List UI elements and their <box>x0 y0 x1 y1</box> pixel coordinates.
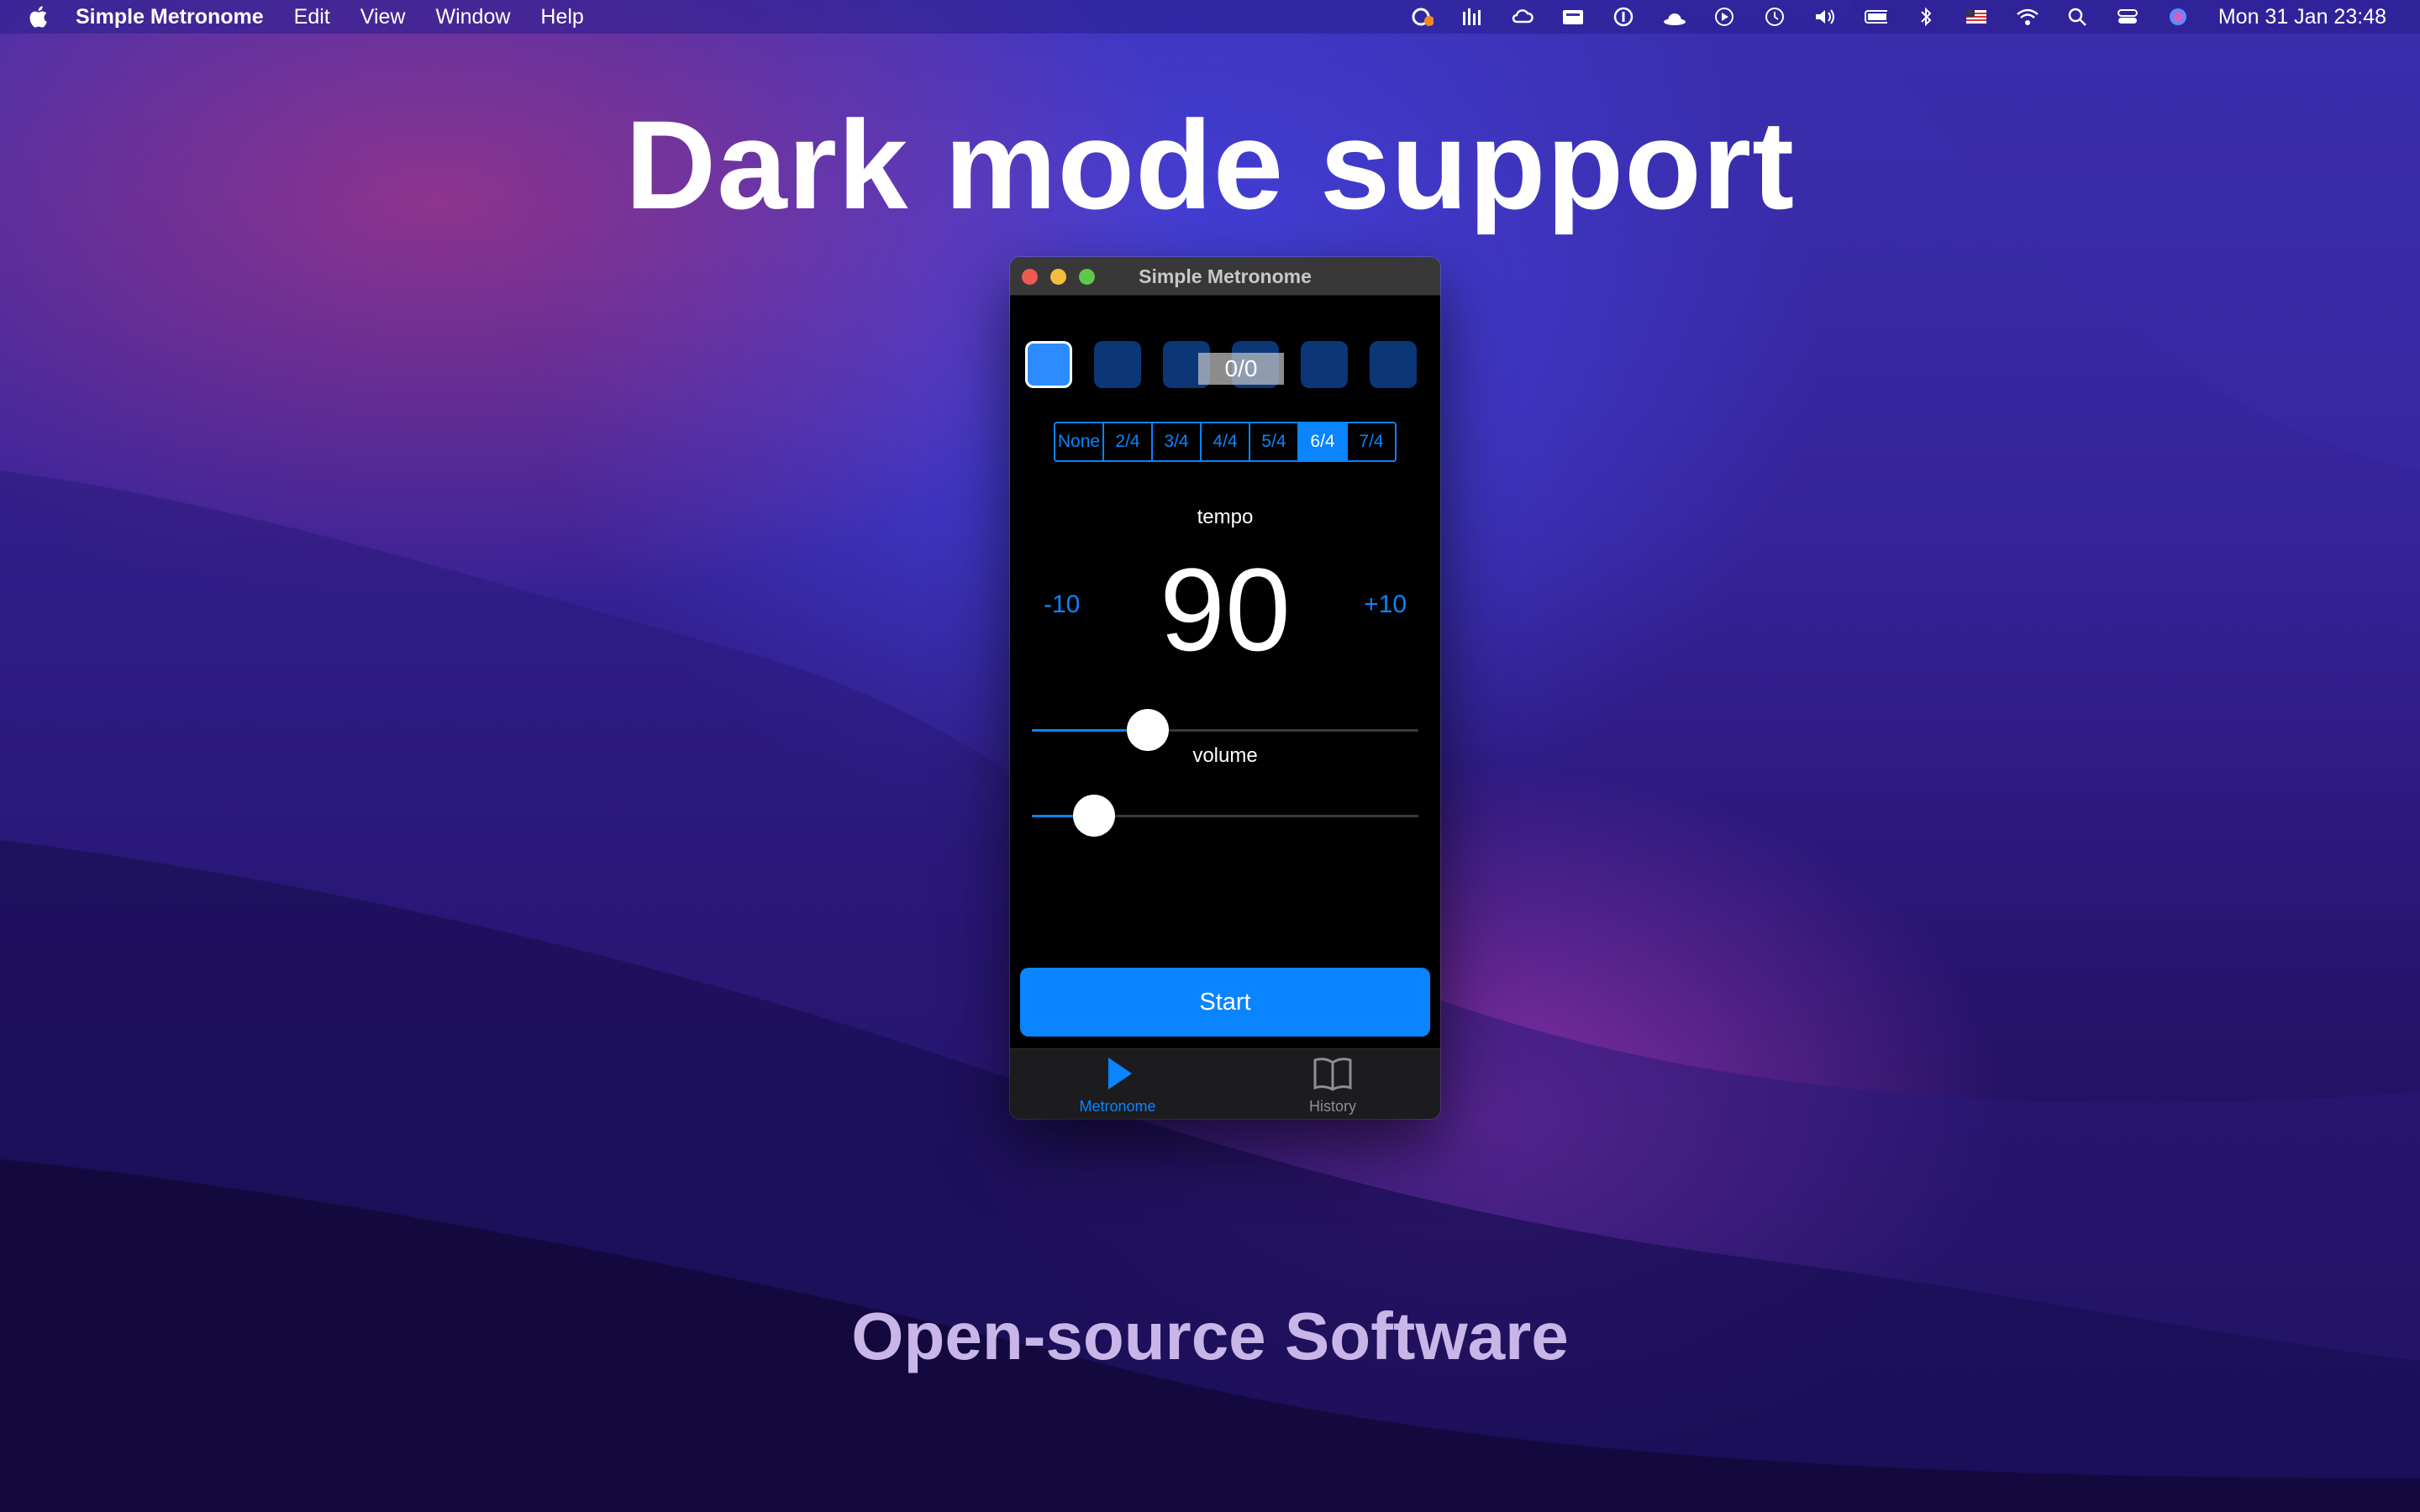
bluetooth-icon[interactable] <box>1914 6 1938 28</box>
time-signature-2-4[interactable]: 2/4 <box>1104 423 1153 460</box>
apple-menu-icon[interactable] <box>0 0 76 34</box>
tempo-label: tempo <box>1197 506 1254 528</box>
time-signature-6-4[interactable]: 6/4 <box>1299 423 1348 460</box>
menu-app-name[interactable]: Simple Metronome <box>76 5 264 29</box>
beat-indicator-2 <box>1094 341 1141 388</box>
tab-history-label: History <box>1308 1098 1356 1115</box>
hat-icon[interactable] <box>1662 6 1686 28</box>
beat-counter: 0/0 <box>1198 353 1284 385</box>
window-title: Simple Metronome <box>1139 265 1312 287</box>
menu-edit[interactable]: Edit <box>294 5 330 29</box>
promo-footer: Open-source Software <box>851 1299 1569 1373</box>
volume-slider[interactable] <box>1032 795 1418 837</box>
volume-label: volume <box>1192 744 1258 767</box>
battery-icon[interactable] <box>1864 6 1887 28</box>
play-icon <box>1108 1058 1132 1089</box>
beat-indicator-1 <box>1025 341 1072 388</box>
cloud-sync-icon[interactable] <box>1511 6 1534 28</box>
menu-view[interactable]: View <box>360 5 406 29</box>
time-signature-none[interactable]: None <box>1055 423 1104 460</box>
book-icon <box>1313 1058 1352 1091</box>
tab-history[interactable]: History <box>1225 1049 1440 1119</box>
time-signature-picker: None 2/4 3/4 4/4 5/4 6/4 7/4 <box>1054 422 1397 462</box>
keyboard-icon[interactable] <box>1561 6 1585 28</box>
metronome-window: Simple Metronome 0/0 None 2/4 3/4 4/4 5/… <box>1010 257 1440 1119</box>
menu-help[interactable]: Help <box>540 5 583 29</box>
window-titlebar[interactable]: Simple Metronome <box>1010 257 1440 296</box>
promo-headline: Dark mode support <box>624 94 1796 235</box>
wifi-icon[interactable] <box>2015 6 2039 28</box>
time-signature-5-4[interactable]: 5/4 <box>1250 423 1299 460</box>
menu-clock[interactable]: Mon 31 Jan 23:48 <box>2218 5 2386 29</box>
tempo-plus-button[interactable]: +10 <box>1364 591 1407 619</box>
tab-metronome[interactable]: Metronome <box>1010 1049 1225 1119</box>
beat-indicator-5 <box>1301 341 1348 388</box>
status-area: Mon 31 Jan 23:48 <box>1383 0 2420 34</box>
creative-cloud-icon[interactable] <box>1410 6 1434 28</box>
start-button[interactable]: Start <box>1020 968 1430 1037</box>
menu-window[interactable]: Window <box>436 5 511 29</box>
input-source-flag-icon[interactable] <box>1965 6 1988 28</box>
beat-indicators: 0/0 <box>1025 341 1425 391</box>
menu-bar: Simple Metronome Edit View Window Help M… <box>0 0 2420 34</box>
play-circle-icon[interactable] <box>1712 6 1736 28</box>
time-signature-4-4[interactable]: 4/4 <box>1202 423 1250 460</box>
beat-indicator-6 <box>1370 341 1417 388</box>
volume-icon[interactable] <box>1813 6 1837 28</box>
tab-metronome-label: Metronome <box>1079 1098 1156 1115</box>
time-machine-icon[interactable] <box>1763 6 1786 28</box>
volume-slider-thumb[interactable] <box>1073 795 1115 837</box>
tab-bar: Metronome History <box>1010 1048 1440 1119</box>
control-center-icon[interactable] <box>2116 6 2139 28</box>
search-icon[interactable] <box>2065 6 2089 28</box>
time-signature-7-4[interactable]: 7/4 <box>1348 423 1395 460</box>
password-manager-icon[interactable] <box>1612 6 1635 28</box>
siri-icon[interactable] <box>2166 6 2190 28</box>
tempo-slider[interactable] <box>1032 709 1418 751</box>
time-signature-3-4[interactable]: 3/4 <box>1153 423 1202 460</box>
equalizer-icon[interactable] <box>1460 6 1484 28</box>
